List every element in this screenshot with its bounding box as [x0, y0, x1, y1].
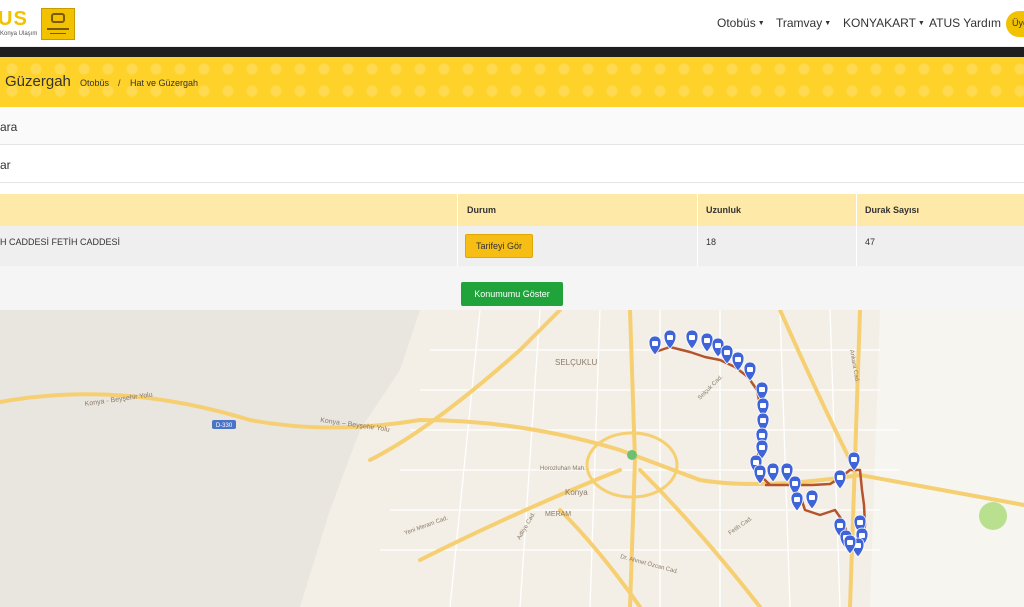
bus-stop-markers[interactable]: [648, 329, 869, 558]
label-fetih: Fetih Cad.: [728, 516, 754, 537]
bus-stop-marker-icon[interactable]: [766, 462, 780, 483]
header-durum: Durum: [467, 205, 496, 215]
route-select-row[interactable]: [0, 107, 1024, 145]
park-area: [627, 450, 637, 460]
caret-down-icon: ▼: [757, 20, 765, 28]
cell-length: 18: [706, 237, 717, 247]
bus-stop-marker-icon[interactable]: [790, 491, 804, 512]
cell-stop-count: 47: [865, 237, 876, 247]
nav-otobus[interactable]: Otobüs ▼: [717, 16, 765, 30]
bus-stop-marker-icon[interactable]: [805, 489, 819, 510]
label-konya: Konya: [565, 488, 588, 497]
map-canvas[interactable]: D-330 SELÇUKLU Konya MERAM Konya - Beyşe…: [0, 310, 1024, 607]
bus-stop-marker-icon[interactable]: [731, 351, 745, 372]
route-map[interactable]: D-330 SELÇUKLU Konya MERAM Konya - Beyşe…: [0, 310, 1024, 607]
top-navbar: US Konya Ulaşım Otobüs ▼ Tramvay ▼ KONYAKA…: [0, 0, 1024, 47]
logo-subtitle: Konya Ulaşım: [0, 31, 38, 37]
caret-down-icon: ▼: [917, 20, 925, 28]
park-area: [979, 502, 1007, 530]
column-divider: [457, 194, 458, 266]
label-adliye: Adliye Cad.: [517, 511, 538, 541]
nav-atus-yardim[interactable]: ATUS Yardım: [929, 16, 1001, 30]
header-durak-sayisi: Durak Sayısı: [865, 205, 920, 215]
bus-stop-marker-icon[interactable]: [648, 335, 662, 356]
breadcrumb-separator: /: [118, 78, 121, 88]
label-meram: MERAM: [545, 511, 571, 518]
breadcrumb-hat-guzergah: Hat ve Güzergah: [130, 78, 199, 88]
direction-select-row[interactable]: [0, 145, 1024, 183]
column-divider: [856, 194, 857, 266]
highway-label: D-330: [216, 423, 233, 429]
route-select-value: ara: [0, 120, 18, 134]
label-ahmet-ozcan: Dr. Ahmet Özcan Cad.: [619, 553, 679, 575]
bus-stop-marker-icon[interactable]: [753, 464, 767, 485]
nav-konyakart[interactable]: KONYAKART ▼: [843, 16, 925, 30]
page-title: Güzergah: [5, 73, 71, 90]
label-yeni-meram: Yeni Meram Cad.: [404, 515, 450, 537]
header-uzunluk: Uzunluk: [706, 205, 741, 215]
municipality-emblem-icon[interactable]: [41, 8, 75, 40]
breadcrumb-otobus[interactable]: Otobüs: [80, 78, 109, 88]
label-selcuklu: SELÇUKLU: [555, 358, 597, 367]
bus-stop-marker-icon[interactable]: [685, 329, 699, 350]
terrain-area: [0, 310, 420, 607]
terrain-area: [870, 310, 1024, 607]
direction-select-value: ar: [0, 158, 11, 172]
bus-stop-marker-icon[interactable]: [743, 361, 757, 382]
user-button[interactable]: Üye: [1006, 11, 1024, 37]
nav-tramvay[interactable]: Tramvay ▼: [776, 16, 831, 30]
label-horozluhan: Horozluhan Mah.: [540, 466, 586, 472]
bus-stop-marker-icon[interactable]: [847, 451, 861, 472]
column-divider: [697, 194, 698, 266]
logo-text[interactable]: US: [0, 8, 28, 31]
bus-stop-marker-icon[interactable]: [700, 332, 714, 353]
schedule-button[interactable]: Tarifeyi Gör: [465, 234, 533, 258]
show-location-button[interactable]: Konumumu Göster: [461, 282, 563, 306]
bus-stop-marker-icon[interactable]: [663, 329, 677, 350]
caret-down-icon: ▼: [824, 20, 832, 28]
header-divider: [0, 47, 1024, 57]
cell-route-name: H CADDESİ FETİH CADDESİ: [0, 237, 121, 247]
